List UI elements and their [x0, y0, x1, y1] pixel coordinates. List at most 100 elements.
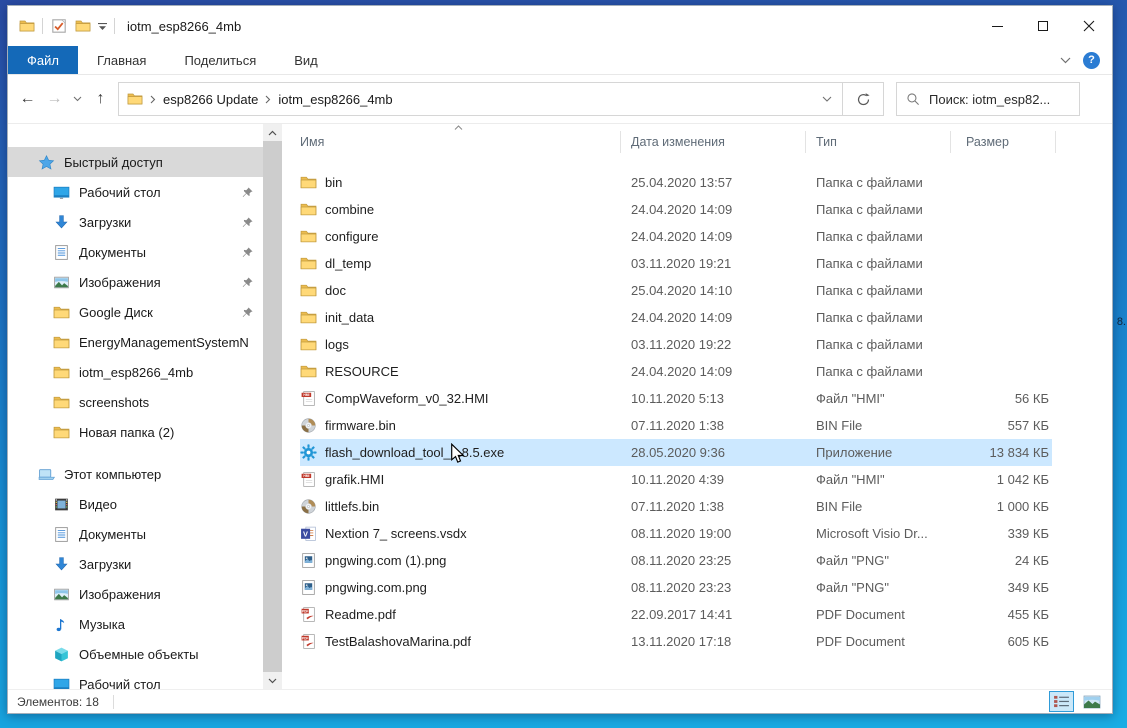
column-header-type[interactable]: Тип — [806, 131, 951, 153]
forward-button[interactable]: → — [41, 90, 68, 108]
column-header-date[interactable]: Дата изменения — [621, 131, 806, 153]
cube-icon — [53, 646, 70, 663]
disc-icon — [300, 417, 317, 434]
sidebar-item[interactable]: Этот компьютер — [8, 459, 263, 489]
sidebar-item[interactable]: Музыка — [8, 609, 263, 639]
breadcrumb-segment[interactable]: iotm_esp8266_4mb — [278, 92, 392, 107]
sidebar-item[interactable]: Изображения — [8, 267, 263, 297]
sidebar-item[interactable]: screenshots — [8, 387, 263, 417]
sidebar-item[interactable]: Объемные объекты — [8, 639, 263, 669]
file-row[interactable]: flash_download_tool_3.8.5.exe 28.05.2020… — [300, 439, 1052, 466]
sidebar-item[interactable]: Новая папка (2) — [8, 417, 263, 447]
search-box[interactable]: Поиск: iotm_esp82... — [896, 82, 1080, 116]
file-row[interactable]: HMI grafik.HMI 10.11.2020 4:39 Файл "HMI… — [300, 466, 1052, 493]
navigation-bar: ← → ↑ esp8266 Update iotm_esp8266_4mb По… — [8, 75, 1112, 124]
file-row[interactable]: dl_temp 03.11.2020 19:21 Папка с файлами — [300, 250, 1052, 277]
sidebar-item[interactable]: Документы — [8, 519, 263, 549]
breadcrumb-segment[interactable]: esp8266 Update — [163, 92, 258, 107]
disc-icon — [300, 498, 317, 515]
png-icon — [300, 552, 317, 569]
file-row[interactable]: configure 24.04.2020 14:09 Папка с файла… — [300, 223, 1052, 250]
sidebar-scrollbar[interactable] — [263, 124, 282, 689]
sidebar-item[interactable]: Рабочий стол — [8, 177, 263, 207]
tab-home[interactable]: Главная — [78, 46, 165, 74]
thumbnail-view-button[interactable] — [1079, 691, 1104, 712]
sidebar-item[interactable]: Документы — [8, 237, 263, 267]
file-row[interactable]: bin 25.04.2020 13:57 Папка с файлами — [300, 169, 1052, 196]
chevron-right-icon[interactable] — [265, 95, 271, 104]
folder-icon[interactable] — [75, 18, 91, 34]
help-button[interactable]: ? — [1083, 52, 1100, 69]
sidebar-item[interactable]: Загрузки — [8, 549, 263, 579]
file-row[interactable]: firmware.bin 07.11.2020 1:38 BIN File 55… — [300, 412, 1052, 439]
chevron-right-icon[interactable] — [150, 95, 156, 104]
sidebar-item[interactable]: iotm_esp8266_4mb — [8, 357, 263, 387]
downloads-icon — [53, 556, 70, 573]
file-row[interactable]: init_data 24.04.2020 14:09 Папка с файла… — [300, 304, 1052, 331]
sidebar-item[interactable]: Быстрый доступ — [8, 147, 263, 177]
address-bar[interactable]: esp8266 Update iotm_esp8266_4mb — [118, 82, 843, 116]
sidebar-item[interactable]: Google Диск — [8, 297, 263, 327]
minimize-button[interactable] — [974, 6, 1020, 46]
folder-icon — [53, 334, 70, 351]
gear-icon — [300, 444, 317, 461]
file-row[interactable]: littlefs.bin 07.11.2020 1:38 BIN File 1 … — [300, 493, 1052, 520]
qat-dropdown-icon[interactable] — [98, 22, 107, 31]
scroll-up-icon[interactable] — [263, 124, 282, 141]
hmi-icon: HMI — [300, 390, 317, 407]
thumbnail-view-icon — [1083, 695, 1101, 709]
file-row[interactable]: PDF Readme.pdf 22.09.2017 14:41 PDF Docu… — [300, 601, 1052, 628]
file-row[interactable]: RESOURCE 24.04.2020 14:09 Папка с файлам… — [300, 358, 1052, 385]
checkbox-icon[interactable] — [50, 17, 68, 35]
documents-icon — [53, 526, 70, 543]
file-row[interactable]: HMI CompWaveform_v0_32.HMI 10.11.2020 5:… — [300, 385, 1052, 412]
details-view-button[interactable] — [1049, 691, 1074, 712]
tab-file[interactable]: Файл — [8, 46, 78, 74]
file-row[interactable]: pngwing.com.png 08.11.2020 23:23 Файл "P… — [300, 574, 1052, 601]
svg-text:PDF: PDF — [302, 636, 308, 640]
video-icon — [53, 496, 70, 513]
file-row[interactable]: PDF TestBalashovaMarina.pdf 13.11.2020 1… — [300, 628, 1052, 655]
search-input[interactable]: Поиск: iotm_esp82... — [929, 92, 1050, 107]
sidebar-item[interactable]: Загрузки — [8, 207, 263, 237]
column-header-name[interactable]: Имя — [282, 131, 621, 153]
scrollbar-thumb[interactable] — [263, 141, 282, 672]
sidebar-item[interactable]: Рабочий стол — [8, 669, 263, 689]
sidebar-item[interactable]: Видео — [8, 489, 263, 519]
file-row[interactable]: combine 24.04.2020 14:09 Папка с файлами — [300, 196, 1052, 223]
tab-view[interactable]: Вид — [275, 46, 337, 74]
mouse-cursor — [450, 443, 465, 465]
scroll-down-icon[interactable] — [263, 672, 282, 689]
folder-icon — [300, 336, 317, 353]
address-dropdown-chevron-icon[interactable] — [822, 96, 832, 102]
maximize-icon — [1038, 21, 1048, 31]
recent-locations-chevron-icon[interactable] — [68, 96, 87, 102]
pin-icon — [241, 276, 254, 289]
tab-share[interactable]: Поделиться — [165, 46, 275, 74]
back-button[interactable]: ← — [14, 90, 41, 108]
sidebar-item[interactable]: EnergyManagementSystemN — [8, 327, 263, 357]
close-button[interactable] — [1066, 6, 1112, 46]
explorer-window: iotm_esp8266_4mb Файл Главная Поделиться… — [7, 5, 1113, 714]
svg-text:PDF: PDF — [302, 609, 308, 613]
refresh-button[interactable] — [842, 82, 884, 116]
sidebar-item[interactable]: Изображения — [8, 579, 263, 609]
music-icon — [53, 616, 70, 633]
svg-text:V: V — [303, 529, 308, 538]
file-row[interactable]: pngwing.com (1).png 08.11.2020 23:25 Фай… — [300, 547, 1052, 574]
up-button[interactable]: ↑ — [87, 90, 114, 108]
file-row[interactable]: V Nextion 7_ screens.vsdx 08.11.2020 19:… — [300, 520, 1052, 547]
ribbon-collapse-chevron-icon[interactable] — [1060, 57, 1071, 64]
computer-icon — [38, 466, 55, 483]
file-row[interactable]: doc 25.04.2020 14:10 Папка с файлами — [300, 277, 1052, 304]
column-header-size[interactable]: Размер — [951, 131, 1056, 153]
window-controls — [974, 6, 1112, 46]
file-row[interactable]: logs 03.11.2020 19:22 Папка с файлами — [300, 331, 1052, 358]
pin-icon — [241, 216, 254, 229]
folder-icon — [300, 309, 317, 326]
file-list: Имя Дата изменения Тип Размер bin 25.04.… — [282, 124, 1112, 689]
divider — [114, 18, 115, 34]
maximize-button[interactable] — [1020, 6, 1066, 46]
pdf-icon: PDF — [300, 633, 317, 650]
items-count: Элементов: 18 — [17, 695, 99, 709]
